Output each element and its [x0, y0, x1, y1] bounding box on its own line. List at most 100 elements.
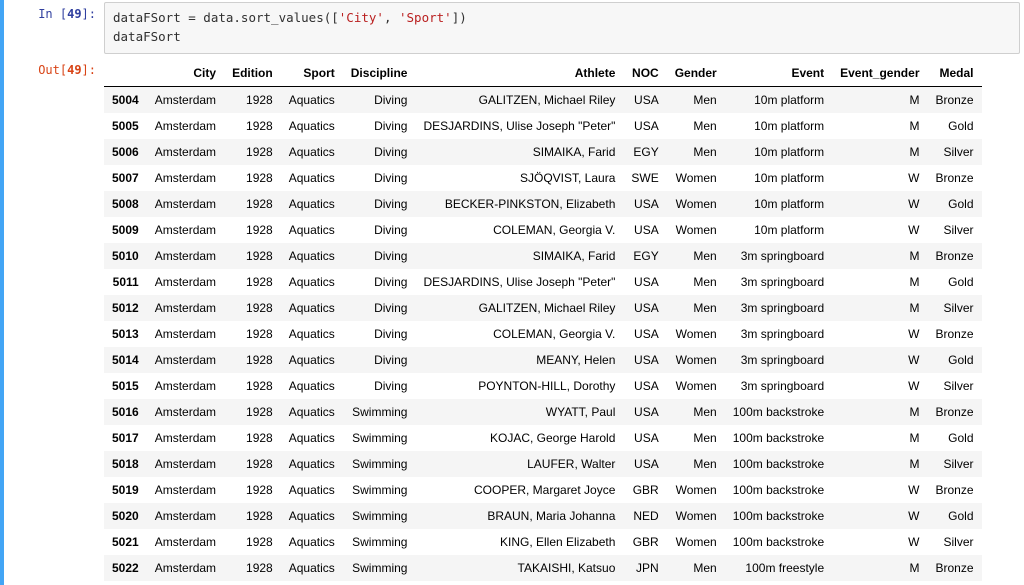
cell-noc: USA: [623, 425, 666, 451]
row-index: 5004: [104, 86, 147, 113]
cell-edition: 1928: [224, 347, 281, 373]
cell-event_gender: M: [832, 243, 927, 269]
cell-edition: 1928: [224, 529, 281, 555]
table-row: 5016Amsterdam1928AquaticsSwimmingWYATT, …: [104, 399, 982, 425]
cell-noc: USA: [623, 113, 666, 139]
cell-event: 10m platform: [725, 113, 832, 139]
cell-event: 100m backstroke: [725, 451, 832, 477]
cell-sport: Aquatics: [281, 399, 343, 425]
table-row: 5022Amsterdam1928AquaticsSwimmingTAKAISH…: [104, 555, 982, 581]
cell-event: 3m springboard: [725, 373, 832, 399]
cell-discipline: Diving: [343, 373, 416, 399]
cell-edition: 1928: [224, 425, 281, 451]
table-row: 5010Amsterdam1928AquaticsDivingSIMAIKA, …: [104, 243, 982, 269]
col-header: NOC: [623, 60, 666, 87]
table-row: 5006Amsterdam1928AquaticsDivingSIMAIKA, …: [104, 139, 982, 165]
cell-noc: SWE: [623, 165, 666, 191]
cell-city: Amsterdam: [147, 347, 224, 373]
cell-discipline: Swimming: [343, 529, 416, 555]
cell-gender: Men: [667, 139, 725, 165]
cell-edition: 1928: [224, 243, 281, 269]
row-index: 5011: [104, 269, 147, 295]
cell-sport: Aquatics: [281, 373, 343, 399]
cell-event_gender: M: [832, 86, 927, 113]
cell-city: Amsterdam: [147, 373, 224, 399]
cell-city: Amsterdam: [147, 321, 224, 347]
cell-medal: Silver: [927, 139, 981, 165]
cell-event_gender: W: [832, 529, 927, 555]
col-header: Gender: [667, 60, 725, 87]
out-prompt-prefix: Out[: [38, 63, 67, 77]
cell-discipline: Swimming: [343, 399, 416, 425]
code-input[interactable]: dataFSort = data.sort_values(['City', 'S…: [104, 2, 1020, 54]
cell-sport: Aquatics: [281, 217, 343, 243]
cell-medal: Gold: [927, 113, 981, 139]
table-row: 5011Amsterdam1928AquaticsDivingDESJARDIN…: [104, 269, 982, 295]
cell-event_gender: W: [832, 165, 927, 191]
cell-medal: Bronze: [927, 399, 981, 425]
col-header: Medal: [927, 60, 981, 87]
cell-sport: Aquatics: [281, 113, 343, 139]
cell-discipline: Swimming: [343, 477, 416, 503]
cell-edition: 1928: [224, 451, 281, 477]
row-index: 5019: [104, 477, 147, 503]
in-prompt: In [49]:: [6, 0, 104, 23]
table-row: 5013Amsterdam1928AquaticsDivingCOLEMAN, …: [104, 321, 982, 347]
cell-city: Amsterdam: [147, 451, 224, 477]
cell-event_gender: M: [832, 425, 927, 451]
cell-edition: 1928: [224, 373, 281, 399]
cell-medal: Gold: [927, 269, 981, 295]
cell-athlete: GALITZEN, Michael Riley: [415, 86, 623, 113]
cell-gender: Women: [667, 191, 725, 217]
col-header: Sport: [281, 60, 343, 87]
cell-city: Amsterdam: [147, 217, 224, 243]
output-area: CityEditionSportDisciplineAthleteNOCGend…: [104, 56, 1024, 585]
cell-city: Amsterdam: [147, 139, 224, 165]
cell-event: 3m springboard: [725, 269, 832, 295]
code-line2: dataFSort: [113, 29, 181, 44]
table-row: 5007Amsterdam1928AquaticsDivingSJÖQVIST,…: [104, 165, 982, 191]
cell-medal: Gold: [927, 191, 981, 217]
cell-edition: 1928: [224, 555, 281, 581]
cell-city: Amsterdam: [147, 295, 224, 321]
cell-medal: Silver: [927, 295, 981, 321]
row-index: 5014: [104, 347, 147, 373]
table-row: 5015Amsterdam1928AquaticsDivingPOYNTON-H…: [104, 373, 982, 399]
cell-event_gender: W: [832, 373, 927, 399]
cell-athlete: KING, Ellen Elizabeth: [415, 529, 623, 555]
row-index: 5017: [104, 425, 147, 451]
cell-athlete: SJÖQVIST, Laura: [415, 165, 623, 191]
cell-event_gender: W: [832, 477, 927, 503]
cell-gender: Men: [667, 555, 725, 581]
table-row: 5005Amsterdam1928AquaticsDivingDESJARDIN…: [104, 113, 982, 139]
row-index: 5015: [104, 373, 147, 399]
cell-event: 100m backstroke: [725, 529, 832, 555]
cell-city: Amsterdam: [147, 269, 224, 295]
table-row: 5021Amsterdam1928AquaticsSwimmingKING, E…: [104, 529, 982, 555]
cell-sport: Aquatics: [281, 529, 343, 555]
cell-sport: Aquatics: [281, 139, 343, 165]
cell-athlete: SIMAIKA, Farid: [415, 139, 623, 165]
cell-gender: Women: [667, 321, 725, 347]
cell-discipline: Diving: [343, 243, 416, 269]
cell-edition: 1928: [224, 165, 281, 191]
cell-edition: 1928: [224, 503, 281, 529]
cell-medal: Gold: [927, 425, 981, 451]
out-prompt: Out[49]:: [6, 56, 104, 79]
cell-edition: 1928: [224, 477, 281, 503]
cell-athlete: SIMAIKA, Farid: [415, 243, 623, 269]
cell-event: 100m backstroke: [725, 399, 832, 425]
cell-gender: Men: [667, 399, 725, 425]
cell-city: Amsterdam: [147, 477, 224, 503]
cell-event: 100m backstroke: [725, 425, 832, 451]
col-header: City: [147, 60, 224, 87]
cell-event: 3m springboard: [725, 243, 832, 269]
cell-athlete: COLEMAN, Georgia V.: [415, 217, 623, 243]
cell-discipline: Diving: [343, 295, 416, 321]
code-str-city: 'City': [339, 10, 384, 25]
cell-sport: Aquatics: [281, 503, 343, 529]
row-index: 5006: [104, 139, 147, 165]
cell-noc: USA: [623, 451, 666, 477]
cell-sport: Aquatics: [281, 451, 343, 477]
cell-discipline: Diving: [343, 191, 416, 217]
